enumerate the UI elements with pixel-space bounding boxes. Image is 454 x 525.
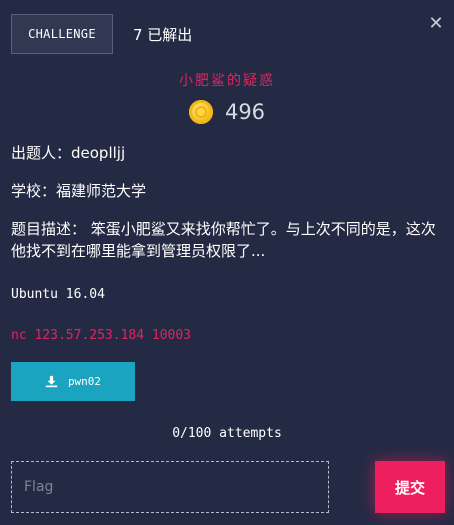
- solves-count[interactable]: 7 已解出: [133, 24, 192, 45]
- download-file-button[interactable]: pwn02: [11, 362, 135, 401]
- modal-header: CHALLENGE 7 已解出: [11, 13, 192, 55]
- attempts-count: 0/100 attempts: [172, 426, 282, 441]
- close-icon[interactable]: ✕: [428, 15, 444, 33]
- challenge-author: 出题人：deoplljj: [11, 144, 126, 162]
- flag-input[interactable]: [11, 461, 329, 513]
- challenge-os: Ubuntu 16.04: [11, 287, 105, 302]
- coin-icon: [188, 100, 213, 124]
- download-file-label: pwn02: [67, 375, 102, 388]
- challenge-points: 496: [224, 100, 266, 124]
- points-row: 496: [0, 100, 454, 124]
- connection-info: nc 123.57.253.184 10003: [11, 328, 192, 343]
- tab-challenge[interactable]: CHALLENGE: [11, 14, 113, 54]
- challenge-description: 题目描述： 笨蛋小肥鲨又来找你帮忙了。与上次不同的是，这次他找不到在哪里能拿到管…: [11, 220, 436, 260]
- submit-button[interactable]: 提交: [375, 461, 445, 513]
- download-icon: [45, 375, 58, 388]
- challenge-title: 小肥鲨的疑惑: [179, 73, 275, 89]
- challenge-modal: CHALLENGE 7 已解出 ✕ 小肥鲨的疑惑 496 出题人：deopllj…: [0, 0, 454, 525]
- challenge-school: 学校：福建师范大学: [11, 182, 147, 200]
